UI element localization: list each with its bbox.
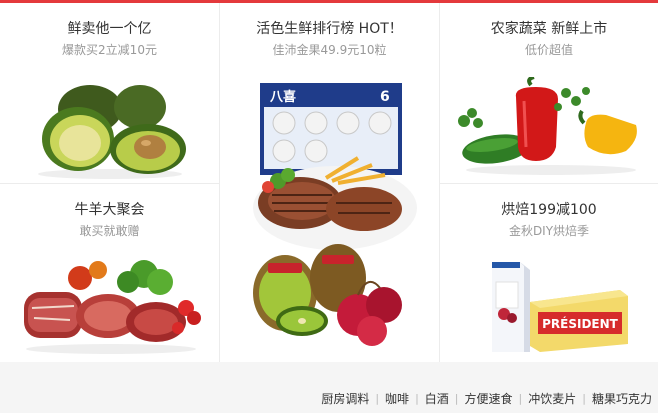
tile-subtitle: 低价超值: [524, 43, 573, 57]
promo-tile-fresh-hot[interactable]: 活色生鲜排行榜 HOT！ 佳沛金果49.9元10粒 八喜 6: [220, 3, 439, 362]
fresh-food-collage-image: 八喜 6: [253, 83, 417, 346]
tile-title: 农家蔬菜 新鲜上市: [490, 21, 608, 37]
baking-products-image: PRÉSIDENT: [492, 262, 628, 352]
promo-tile-vegetables[interactable]: 农家蔬菜 新鲜上市 低价超值: [440, 3, 658, 183]
svg-text:6: 6: [380, 89, 390, 105]
separator: |: [582, 392, 586, 405]
svg-text:PRÉSIDENT: PRÉSIDENT: [542, 316, 619, 331]
category-footer: 厨房调料 | 咖啡 | 白酒 | 方便速食 | 冲饮麦片 | 糖果巧克力: [0, 362, 658, 413]
category-link-instant-food[interactable]: 方便速食: [465, 390, 513, 407]
promo-tile-avocado[interactable]: 鲜卖他一个亿 爆款买2立减10元: [0, 3, 219, 183]
meat-image: [24, 260, 201, 354]
grid-divider: [0, 183, 219, 184]
promo-tile-meat[interactable]: 牛羊大聚会 敢买就敢赠: [0, 184, 219, 362]
promo-grid: 鲜卖他一个亿 爆款买2立减10元 活色生鲜排行榜 HOT！ 佳沛金果49.9元1…: [0, 3, 658, 362]
tile-subtitle: 金秋DIY烘焙季: [508, 224, 590, 238]
category-link-candy-chocolate[interactable]: 糖果巧克力: [592, 390, 652, 407]
category-links: 厨房调料 | 咖啡 | 白酒 | 方便速食 | 冲饮麦片 | 糖果巧克力: [321, 390, 652, 407]
tile-title: 牛羊大聚会: [74, 202, 145, 218]
category-link-seasoning[interactable]: 厨房调料: [321, 390, 369, 407]
avocado-image: [38, 85, 186, 179]
tile-subtitle: 佳沛金果49.9元10粒: [272, 43, 387, 57]
promo-tile-baking[interactable]: 烘焙199减100 金秋DIY烘焙季 PRÉSIDENT: [440, 184, 658, 362]
separator: |: [454, 392, 459, 405]
separator: |: [518, 392, 523, 405]
grid-divider: [440, 183, 658, 184]
tile-title: 鲜卖他一个亿: [67, 21, 152, 37]
category-link-baijiu[interactable]: 白酒: [425, 390, 449, 407]
svg-text:八喜: 八喜: [269, 89, 296, 105]
tile-subtitle: 敢买就敢赠: [79, 224, 140, 238]
separator: |: [415, 392, 419, 405]
vegetables-image: [458, 77, 637, 175]
grid-divider: [219, 3, 220, 362]
tile-subtitle: 爆款买2立减10元: [62, 43, 157, 57]
category-link-cereal[interactable]: 冲饮麦片: [528, 390, 576, 407]
tile-title: 活色生鲜排行榜 HOT！: [256, 21, 403, 37]
category-link-coffee[interactable]: 咖啡: [385, 390, 409, 407]
separator: |: [375, 392, 380, 405]
tile-title: 烘焙199减100: [501, 202, 597, 218]
